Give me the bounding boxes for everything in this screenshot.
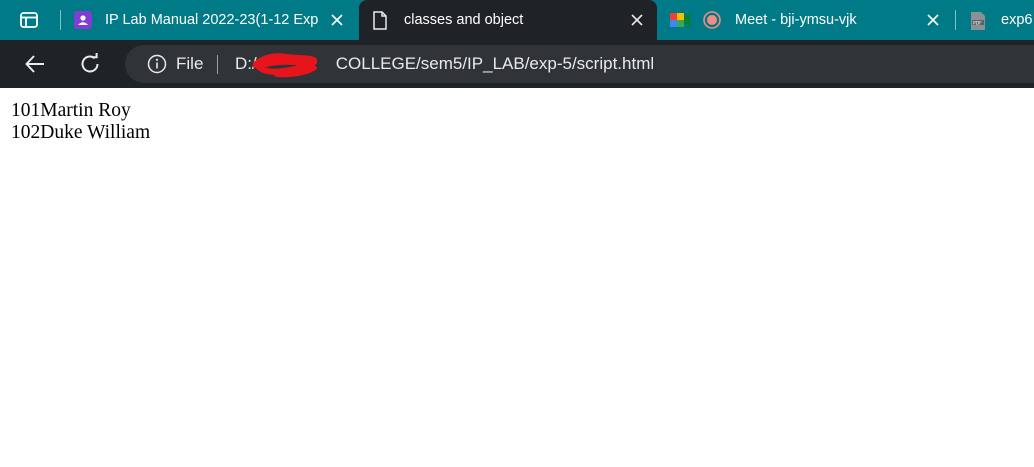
google-classroom-icon bbox=[74, 11, 92, 33]
redaction-scribble bbox=[253, 53, 317, 78]
omnibox-separator bbox=[217, 55, 218, 74]
tab-title: Meet - bji-ymsu-vjk bbox=[735, 12, 857, 28]
site-info-button[interactable]: File bbox=[147, 45, 203, 83]
arrow-left-icon bbox=[25, 55, 44, 73]
tab-classes-and-object[interactable]: classes and object bbox=[359, 0, 657, 40]
close-icon[interactable] bbox=[629, 12, 645, 28]
reload-button[interactable] bbox=[74, 48, 106, 80]
tab-meet[interactable]: Meet - bji-ymsu-vjk bbox=[657, 0, 954, 40]
tab-exp6[interactable]: PDF exp6 bbox=[956, 0, 1034, 40]
address-bar[interactable]: File D:/COLLEGE/sem5/IP_LAB/exp-5/script… bbox=[125, 45, 1034, 83]
scheme-label: File bbox=[176, 54, 204, 73]
close-icon[interactable] bbox=[925, 12, 941, 28]
page-content: 101Martin Roy 102Duke William bbox=[11, 100, 150, 144]
browser-toolbar: File D:/COLLEGE/sem5/IP_LAB/exp-5/script… bbox=[0, 40, 1034, 88]
tab-ip-lab-manual[interactable]: IP Lab Manual 2022-23(1-12 Exp bbox=[61, 0, 357, 40]
file-icon bbox=[372, 11, 388, 34]
tab-strip: IP Lab Manual 2022-23(1-12 Exp classes a… bbox=[0, 0, 1034, 40]
recording-icon bbox=[702, 10, 722, 34]
tab-title: IP Lab Manual 2022-23(1-12 Exp bbox=[105, 12, 319, 28]
output-line: 101Martin Roy bbox=[11, 100, 131, 121]
url-rest: COLLEGE/sem5/IP_LAB/exp-5/script.html bbox=[335, 54, 655, 73]
back-button[interactable] bbox=[19, 48, 51, 80]
output-line: 102Duke William bbox=[11, 122, 151, 143]
google-meet-icon bbox=[670, 11, 690, 33]
info-icon bbox=[147, 54, 167, 74]
tab-search-icon bbox=[20, 12, 38, 28]
pdf-icon: PDF bbox=[969, 11, 987, 35]
tab-title: exp6 bbox=[1001, 12, 1033, 28]
close-icon[interactable] bbox=[329, 12, 345, 28]
tab-actions-button[interactable] bbox=[10, 8, 48, 32]
tab-title: classes and object bbox=[404, 12, 524, 28]
svg-text:PDF: PDF bbox=[973, 20, 982, 26]
reload-icon bbox=[81, 53, 99, 73]
